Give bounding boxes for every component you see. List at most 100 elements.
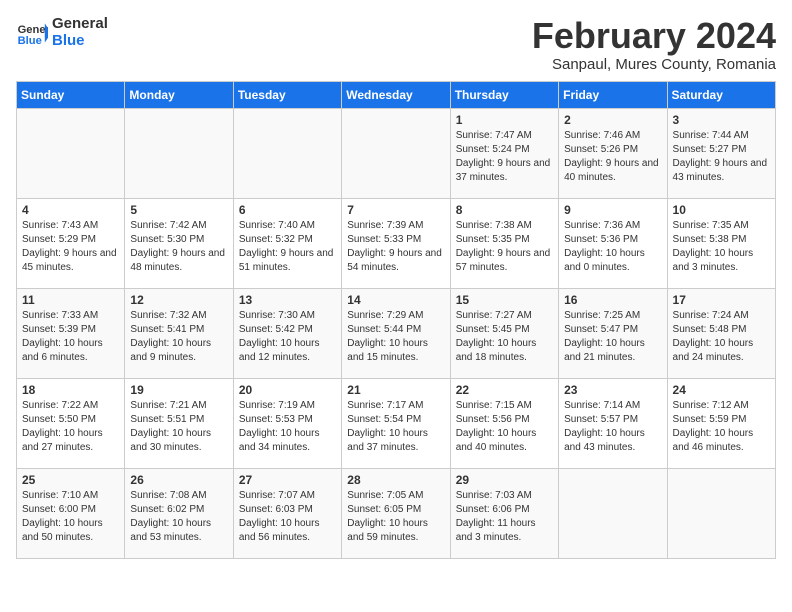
day-info: Sunrise: 7:39 AM Sunset: 5:33 PM Dayligh… (347, 219, 444, 275)
day-number: 6 (239, 203, 336, 217)
calendar-cell: 10Sunrise: 7:35 AM Sunset: 5:38 PM Dayli… (667, 198, 775, 288)
svg-text:General: General (18, 24, 48, 36)
day-number: 21 (347, 383, 444, 397)
calendar-cell: 2 Sunrise: 7:46 AM Sunset: 5:26 PM Daylig… (559, 108, 667, 198)
calendar-cell (125, 108, 233, 198)
day-info: Sunrise: 7:33 AM Sunset: 5:39 PM Dayligh… (22, 309, 119, 365)
day-info: Sunrise: 7:12 AM Sunset: 5:59 PM Dayligh… (673, 399, 770, 455)
logo-general: General (52, 16, 108, 33)
day-number: 15 (456, 293, 553, 307)
week-row: 4Sunrise: 7:43 AM Sunset: 5:29 PM Daylig… (17, 198, 776, 288)
day-info: Sunrise: 7:38 AM Sunset: 5:35 PM Dayligh… (456, 219, 553, 275)
month-title: February 2024 (532, 16, 776, 56)
day-number: 29 (456, 473, 553, 487)
day-info: Sunrise: 7:35 AM Sunset: 5:38 PM Dayligh… (673, 219, 770, 275)
calendar-cell: 7Sunrise: 7:39 AM Sunset: 5:33 PM Daylig… (342, 198, 450, 288)
day-info: Sunrise: 7:21 AM Sunset: 5:51 PM Dayligh… (130, 399, 227, 455)
day-number: 12 (130, 293, 227, 307)
calendar-cell: 19 Sunrise: 7:21 AM Sunset: 5:51 PM Dayli… (125, 378, 233, 468)
calendar-cell (17, 108, 125, 198)
calendar-cell: 23 Sunrise: 7:14 AM Sunset: 5:57 PM Dayli… (559, 378, 667, 468)
calendar-cell: 5 Sunrise: 7:42 AM Sunset: 5:30 PM Daylig… (125, 198, 233, 288)
calendar-cell: 18 Sunrise: 7:22 AM Sunset: 5:50 PM Dayli… (17, 378, 125, 468)
day-number: 11 (22, 293, 119, 307)
day-number: 1 (456, 113, 553, 127)
day-info: Sunrise: 7:08 AM Sunset: 6:02 PM Dayligh… (130, 489, 227, 545)
header: General Blue General Blue February 2024 … (16, 16, 776, 73)
day-info: Sunrise: 7:46 AM Sunset: 5:26 PM Dayligh… (564, 129, 661, 185)
day-info: Sunrise: 7:36 AM Sunset: 5:36 PM Dayligh… (564, 219, 661, 275)
calendar-cell (342, 108, 450, 198)
subtitle: Sanpaul, Mures County, Romania (532, 56, 776, 73)
calendar-cell: 29 Sunrise: 7:03 AM Sunset: 6:06 PM Dayli… (450, 468, 558, 558)
week-row: 18 Sunrise: 7:22 AM Sunset: 5:50 PM Dayli… (17, 378, 776, 468)
day-number: 20 (239, 383, 336, 397)
day-info: Sunrise: 7:42 AM Sunset: 5:30 PM Dayligh… (130, 219, 227, 275)
day-info: Sunrise: 7:14 AM Sunset: 5:57 PM Dayligh… (564, 399, 661, 455)
day-info: Sunrise: 7:47 AM Sunset: 5:24 PM Dayligh… (456, 129, 553, 185)
day-info: Sunrise: 7:24 AM Sunset: 5:48 PM Dayligh… (673, 309, 770, 365)
calendar-cell: 3Sunrise: 7:44 AM Sunset: 5:27 PM Daylig… (667, 108, 775, 198)
calendar-cell: 16 Sunrise: 7:25 AM Sunset: 5:47 PM Dayli… (559, 288, 667, 378)
day-info: Sunrise: 7:05 AM Sunset: 6:05 PM Dayligh… (347, 489, 444, 545)
day-info: Sunrise: 7:40 AM Sunset: 5:32 PM Dayligh… (239, 219, 336, 275)
calendar-cell: 9 Sunrise: 7:36 AM Sunset: 5:36 PM Daylig… (559, 198, 667, 288)
day-number: 8 (456, 203, 553, 217)
calendar-cell: 1 Sunrise: 7:47 AM Sunset: 5:24 PM Daylig… (450, 108, 558, 198)
day-info: Sunrise: 7:43 AM Sunset: 5:29 PM Dayligh… (22, 219, 119, 275)
day-number: 5 (130, 203, 227, 217)
calendar-cell: 14 Sunrise: 7:29 AM Sunset: 5:44 PM Dayli… (342, 288, 450, 378)
day-number: 17 (673, 293, 770, 307)
calendar-cell: 13 Sunrise: 7:30 AM Sunset: 5:42 PM Dayli… (233, 288, 341, 378)
calendar-cell: 17 Sunrise: 7:24 AM Sunset: 5:48 PM Dayli… (667, 288, 775, 378)
day-number: 24 (673, 383, 770, 397)
calendar-cell: 12 Sunrise: 7:32 AM Sunset: 5:41 PM Dayli… (125, 288, 233, 378)
day-number: 19 (130, 383, 227, 397)
day-number: 26 (130, 473, 227, 487)
calendar-cell: 6 Sunrise: 7:40 AM Sunset: 5:32 PM Daylig… (233, 198, 341, 288)
day-number: 27 (239, 473, 336, 487)
calendar-cell: 27 Sunrise: 7:07 AM Sunset: 6:03 PM Dayli… (233, 468, 341, 558)
day-number: 13 (239, 293, 336, 307)
calendar-cell: 8 Sunrise: 7:38 AM Sunset: 5:35 PM Daylig… (450, 198, 558, 288)
day-number: 2 (564, 113, 661, 127)
day-number: 25 (22, 473, 119, 487)
day-number: 18 (22, 383, 119, 397)
day-info: Sunrise: 7:22 AM Sunset: 5:50 PM Dayligh… (22, 399, 119, 455)
col-header-thursday: Thursday (450, 81, 558, 108)
day-info: Sunrise: 7:30 AM Sunset: 5:42 PM Dayligh… (239, 309, 336, 365)
day-info: Sunrise: 7:07 AM Sunset: 6:03 PM Dayligh… (239, 489, 336, 545)
svg-text:Blue: Blue (18, 35, 42, 47)
title-area: February 2024 Sanpaul, Mures County, Rom… (532, 16, 776, 73)
day-number: 14 (347, 293, 444, 307)
calendar-cell: 28Sunrise: 7:05 AM Sunset: 6:05 PM Dayli… (342, 468, 450, 558)
col-header-friday: Friday (559, 81, 667, 108)
day-number: 9 (564, 203, 661, 217)
calendar-cell (559, 468, 667, 558)
col-header-wednesday: Wednesday (342, 81, 450, 108)
logo-icon: General Blue (16, 17, 48, 49)
calendar-cell: 4Sunrise: 7:43 AM Sunset: 5:29 PM Daylig… (17, 198, 125, 288)
calendar-cell: 25 Sunrise: 7:10 AM Sunset: 6:00 PM Dayli… (17, 468, 125, 558)
calendar-cell: 24 Sunrise: 7:12 AM Sunset: 5:59 PM Dayli… (667, 378, 775, 468)
day-info: Sunrise: 7:32 AM Sunset: 5:41 PM Dayligh… (130, 309, 227, 365)
day-info: Sunrise: 7:44 AM Sunset: 5:27 PM Dayligh… (673, 129, 770, 185)
calendar-cell: 26 Sunrise: 7:08 AM Sunset: 6:02 PM Dayli… (125, 468, 233, 558)
calendar-cell: 21 Sunrise: 7:17 AM Sunset: 5:54 PM Dayli… (342, 378, 450, 468)
calendar-cell (233, 108, 341, 198)
day-number: 23 (564, 383, 661, 397)
day-info: Sunrise: 7:10 AM Sunset: 6:00 PM Dayligh… (22, 489, 119, 545)
day-number: 16 (564, 293, 661, 307)
day-info: Sunrise: 7:03 AM Sunset: 6:06 PM Dayligh… (456, 489, 553, 545)
day-number: 22 (456, 383, 553, 397)
header-row: SundayMondayTuesdayWednesdayThursdayFrid… (17, 81, 776, 108)
day-info: Sunrise: 7:25 AM Sunset: 5:47 PM Dayligh… (564, 309, 661, 365)
day-info: Sunrise: 7:29 AM Sunset: 5:44 PM Dayligh… (347, 309, 444, 365)
day-info: Sunrise: 7:17 AM Sunset: 5:54 PM Dayligh… (347, 399, 444, 455)
week-row: 1 Sunrise: 7:47 AM Sunset: 5:24 PM Daylig… (17, 108, 776, 198)
col-header-monday: Monday (125, 81, 233, 108)
calendar-cell: 20Sunrise: 7:19 AM Sunset: 5:53 PM Dayli… (233, 378, 341, 468)
logo-blue: Blue (52, 33, 108, 50)
col-header-sunday: Sunday (17, 81, 125, 108)
calendar-cell: 11 Sunrise: 7:33 AM Sunset: 5:39 PM Dayli… (17, 288, 125, 378)
